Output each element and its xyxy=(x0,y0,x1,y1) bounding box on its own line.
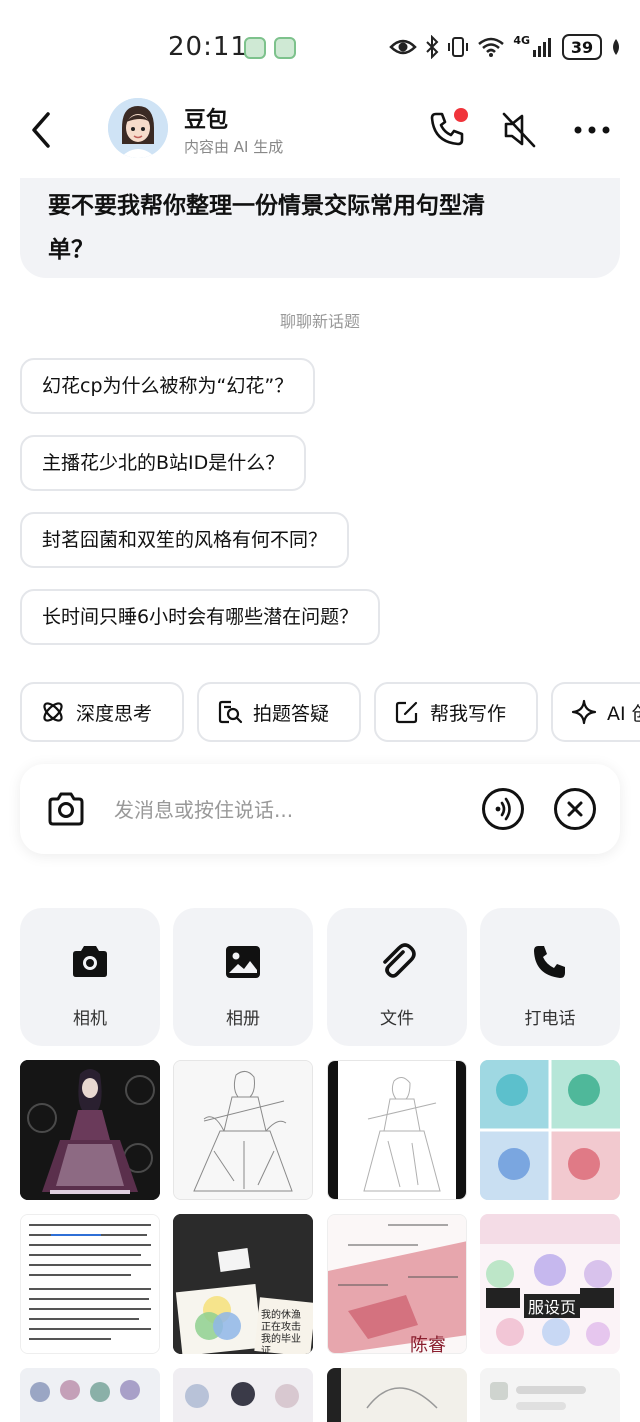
ai-disclaimer: 内容由 AI 生成 xyxy=(184,138,284,156)
tool-ai-create[interactable]: AI 创作 xyxy=(551,682,640,742)
status-bar: 20:11 4G 39 xyxy=(0,0,640,90)
gallery-photo[interactable] xyxy=(20,1214,160,1354)
sticker-sheet-image xyxy=(20,1368,160,1422)
paperclip-icon xyxy=(383,943,416,978)
chevron-left-icon xyxy=(32,112,50,148)
suggestion-chip[interactable]: 幻花cp为什么被称为“幻花”？ xyxy=(20,358,316,414)
document-screenshot-image xyxy=(21,1215,159,1353)
tool-label: 帮我写作 xyxy=(430,702,507,725)
anime-character-image xyxy=(20,1060,160,1200)
voice-input-button[interactable] xyxy=(482,788,524,830)
costume-design-image xyxy=(480,1214,620,1354)
status-time: 20:11 xyxy=(168,32,248,62)
notification-app-icon xyxy=(244,37,266,59)
more-options-button[interactable] xyxy=(572,122,612,136)
gallery-photo[interactable]: 我的休渔 正在攻击 我的毕业证 xyxy=(173,1214,313,1354)
bluetooth-icon xyxy=(426,35,439,59)
gallery-photo[interactable] xyxy=(327,1060,467,1200)
annotated-map-image xyxy=(328,1215,466,1353)
tool-label: 拍题答疑 xyxy=(253,702,330,725)
suggestion-chip[interactable]: 主播花少北的B站ID是什么？ xyxy=(20,435,307,491)
close-panel-button[interactable] xyxy=(554,788,596,830)
suggestion-chip[interactable]: 封茗囧菌和双笙的风格有何不同？ xyxy=(20,512,350,568)
meme-caption-line: 我的休渔 xyxy=(261,1310,301,1321)
tool-deep-thinking[interactable]: 深度思考 xyxy=(20,682,184,742)
network-type: 4G xyxy=(513,34,530,47)
gallery-photo[interactable] xyxy=(480,1368,620,1422)
chat-header: 豆包 内容由 AI 生成 xyxy=(0,92,640,172)
gallery-photo[interactable] xyxy=(480,1060,620,1200)
voice-call-button[interactable] xyxy=(426,108,468,150)
gallery-photo[interactable]: 服设页 xyxy=(480,1214,620,1354)
notification-dot xyxy=(454,108,468,122)
gallery-photo[interactable] xyxy=(20,1060,160,1200)
sound-wave-icon xyxy=(495,797,511,821)
meme-caption-line: 我的毕业证 xyxy=(261,1334,301,1354)
gallery-photo[interactable] xyxy=(20,1368,160,1422)
sketch-image xyxy=(174,1061,312,1199)
mute-button[interactable] xyxy=(500,110,538,150)
tool-label: AI 创作 xyxy=(607,702,640,725)
phone-icon xyxy=(534,946,565,978)
quick-action-label: 相册 xyxy=(226,1009,260,1029)
quick-action-album[interactable]: 相册 xyxy=(173,908,313,1046)
suggestion-chip[interactable]: 长时间只睡6小时会有哪些潜在问题？ xyxy=(20,589,381,645)
more-dots-icon xyxy=(574,126,610,134)
status-indicators: 4G 39 xyxy=(389,34,622,60)
chat-screenshot-image xyxy=(480,1368,620,1422)
notification-app-icon xyxy=(274,37,296,59)
tool-label: 深度思考 xyxy=(76,702,153,725)
camera-icon xyxy=(48,792,84,826)
image-icon xyxy=(226,946,260,978)
leaf-icon xyxy=(613,39,619,55)
edit-icon xyxy=(395,701,418,724)
quick-action-camera[interactable]: 相机 xyxy=(20,908,160,1046)
tool-help-write[interactable]: 帮我写作 xyxy=(374,682,538,742)
bot-message-bubble[interactable]: 要不要我帮你整理一份情景交际常用句型清 单？ xyxy=(20,178,620,278)
quick-action-label: 相机 xyxy=(73,1009,107,1029)
signal-icon xyxy=(533,38,551,57)
close-icon xyxy=(567,801,583,817)
bot-name[interactable]: 豆包 xyxy=(184,102,228,134)
vibrate-icon xyxy=(448,37,469,57)
message-input-bar xyxy=(20,764,620,854)
quick-action-label: 文件 xyxy=(380,1009,414,1029)
quick-action-phone[interactable]: 打电话 xyxy=(480,908,620,1046)
battery-level: 39 xyxy=(562,34,602,60)
message-text-line: 要不要我帮你整理一份情景交际常用句型清 xyxy=(48,193,485,219)
character-lineup-image xyxy=(173,1368,313,1422)
quick-action-file[interactable]: 文件 xyxy=(327,908,467,1046)
message-input[interactable] xyxy=(114,790,474,830)
camera-button[interactable] xyxy=(44,788,88,832)
wifi-icon xyxy=(478,37,505,57)
gallery-photo[interactable] xyxy=(173,1368,313,1422)
meme-caption-line: 正在攻击 xyxy=(261,1322,301,1333)
gallery-photo[interactable] xyxy=(327,1368,467,1422)
bot-avatar[interactable] xyxy=(108,98,168,158)
camera-icon xyxy=(73,946,107,977)
meme-caption: 我的休渔 正在攻击 我的毕业证 xyxy=(261,1310,309,1354)
back-button[interactable] xyxy=(26,110,56,150)
name-label: 陈睿 xyxy=(410,1335,446,1354)
speaker-muted-icon xyxy=(502,112,536,148)
message-text-line: 单？ xyxy=(48,237,94,263)
eye-icon xyxy=(389,39,418,55)
design-title: 服设页 xyxy=(524,1294,581,1318)
gallery-photo[interactable]: 陈睿 xyxy=(327,1214,467,1354)
quick-action-label: 打电话 xyxy=(524,1009,576,1029)
sketch-image xyxy=(328,1061,466,1199)
gallery-photo[interactable] xyxy=(173,1060,313,1200)
new-topic-label: 聊聊新话题 xyxy=(279,312,360,331)
pencil-sketch-image xyxy=(327,1368,467,1422)
avatar-image xyxy=(108,98,168,158)
illustration-collage-image xyxy=(480,1060,620,1200)
sparkle-icon xyxy=(571,699,597,725)
tool-photo-question[interactable]: 拍题答疑 xyxy=(197,682,361,742)
scan-question-icon xyxy=(218,700,243,724)
atom-icon xyxy=(43,702,63,722)
